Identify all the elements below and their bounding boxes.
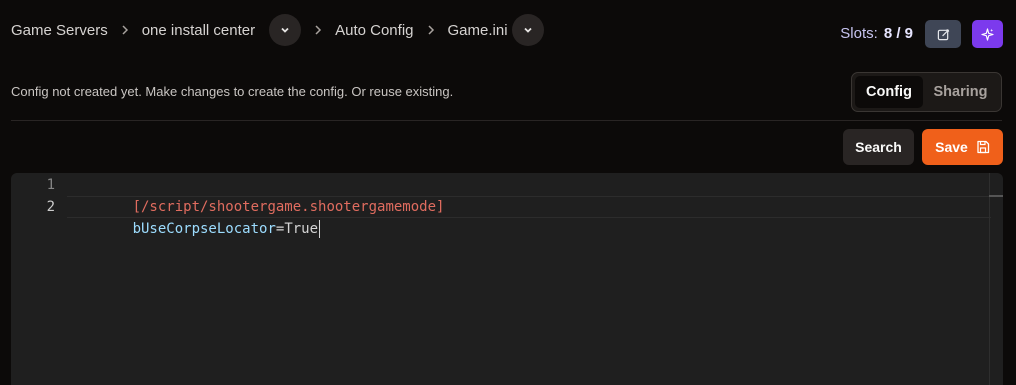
breadcrumb-server[interactable]: one install center bbox=[142, 22, 255, 39]
search-button[interactable]: Search bbox=[843, 129, 914, 165]
config-notice: Config not created yet. Make changes to … bbox=[11, 84, 454, 99]
server-dropdown-button[interactable] bbox=[269, 14, 302, 46]
slots-value: 8 / 9 bbox=[883, 25, 913, 42]
code-line[interactable]: bUseCorpseLocator=True bbox=[82, 196, 321, 238]
breadcrumb: Game Servers one install center Auto Con… bbox=[11, 14, 544, 46]
breadcrumb-game-servers[interactable]: Game Servers bbox=[11, 22, 108, 39]
view-tabs: Config Sharing bbox=[851, 72, 1002, 112]
line-number: 2 bbox=[46, 199, 55, 215]
header: Game Servers one install center Auto Con… bbox=[0, 0, 1016, 64]
save-icon bbox=[977, 140, 989, 154]
ini-key: bUseCorpseLocator bbox=[132, 221, 276, 237]
tab-config[interactable]: Config bbox=[855, 76, 923, 108]
chevron-right-icon bbox=[414, 14, 448, 46]
divider bbox=[11, 120, 1002, 121]
app-page: Game Servers one install center Auto Con… bbox=[0, 0, 1016, 385]
file-dropdown-button[interactable] bbox=[511, 14, 544, 46]
slots-label: Slots: bbox=[840, 25, 878, 42]
code-line[interactable]: [/script/shootergame.shootergamemode] bbox=[82, 174, 445, 215]
line-gutter: 1 2 bbox=[11, 173, 67, 385]
chevron-right-icon bbox=[301, 14, 335, 46]
magic-button[interactable] bbox=[972, 20, 1003, 48]
edit-icon bbox=[937, 28, 949, 40]
line-number: 1 bbox=[46, 177, 55, 193]
tab-sharing[interactable]: Sharing bbox=[923, 76, 998, 108]
sparkles-icon bbox=[981, 27, 994, 41]
chevron-down-icon bbox=[281, 27, 289, 33]
ini-value: True bbox=[284, 221, 319, 237]
breadcrumb-file[interactable]: Game.ini bbox=[448, 22, 508, 39]
code-editor[interactable]: 1 2 [/script/shootergame.shootergamemode… bbox=[11, 173, 1003, 385]
chevron-right-icon bbox=[108, 14, 142, 46]
editor-scrollbar[interactable] bbox=[989, 173, 1003, 385]
text-cursor bbox=[319, 220, 321, 238]
chevron-down-icon bbox=[523, 27, 532, 33]
scrollbar-marker bbox=[989, 195, 1003, 197]
save-button-label: Save bbox=[935, 139, 968, 155]
slots-indicator: Slots: 8 / 9 bbox=[840, 25, 913, 42]
save-button[interactable]: Save bbox=[922, 129, 1003, 165]
edit-button[interactable] bbox=[925, 20, 961, 48]
breadcrumb-auto-config[interactable]: Auto Config bbox=[335, 22, 413, 39]
